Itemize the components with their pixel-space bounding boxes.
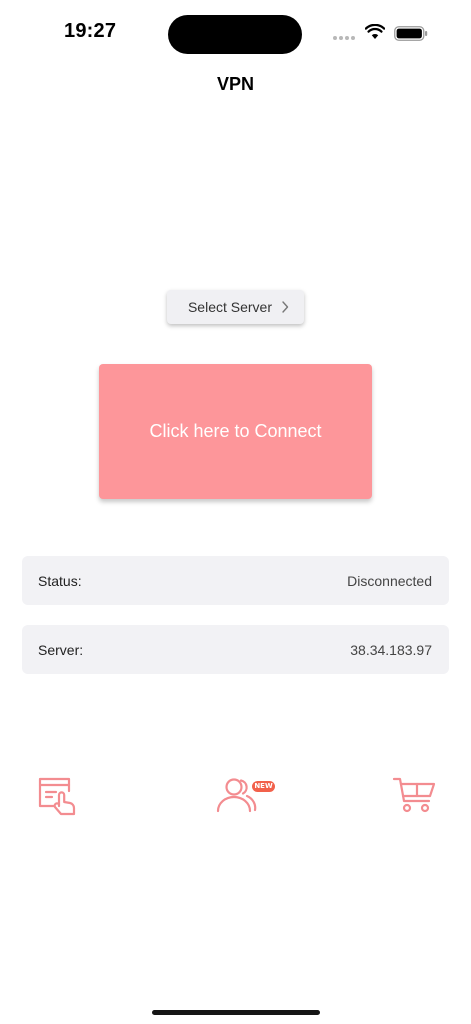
status-row: Status: Disconnected xyxy=(22,556,449,605)
tap-screen-icon[interactable] xyxy=(37,776,81,816)
select-server-button[interactable]: Select Server xyxy=(167,290,304,324)
server-row: Server: 38.34.183.97 xyxy=(22,625,449,674)
status-value: Disconnected xyxy=(347,572,432,589)
new-badge: NEW xyxy=(252,781,275,792)
status-bar: 19:27 xyxy=(0,0,471,70)
chevron-right-icon xyxy=(282,301,289,313)
server-value: 38.34.183.97 xyxy=(350,641,432,658)
users-icon[interactable] xyxy=(214,776,258,814)
wifi-icon xyxy=(365,24,385,39)
connect-button[interactable]: Click here to Connect xyxy=(99,364,372,499)
cart-icon[interactable] xyxy=(392,776,436,814)
dynamic-island xyxy=(168,15,302,54)
select-server-label: Select Server xyxy=(187,299,273,315)
status-time: 19:27 xyxy=(64,20,117,42)
battery-icon xyxy=(394,26,428,41)
server-label: Server: xyxy=(38,641,84,658)
cellular-signal-icon xyxy=(333,36,355,40)
connect-button-label: Click here to Connect xyxy=(149,421,322,441)
page-title: VPN xyxy=(216,74,254,94)
home-indicator[interactable] xyxy=(152,1010,320,1015)
status-label: Status: xyxy=(38,572,82,589)
